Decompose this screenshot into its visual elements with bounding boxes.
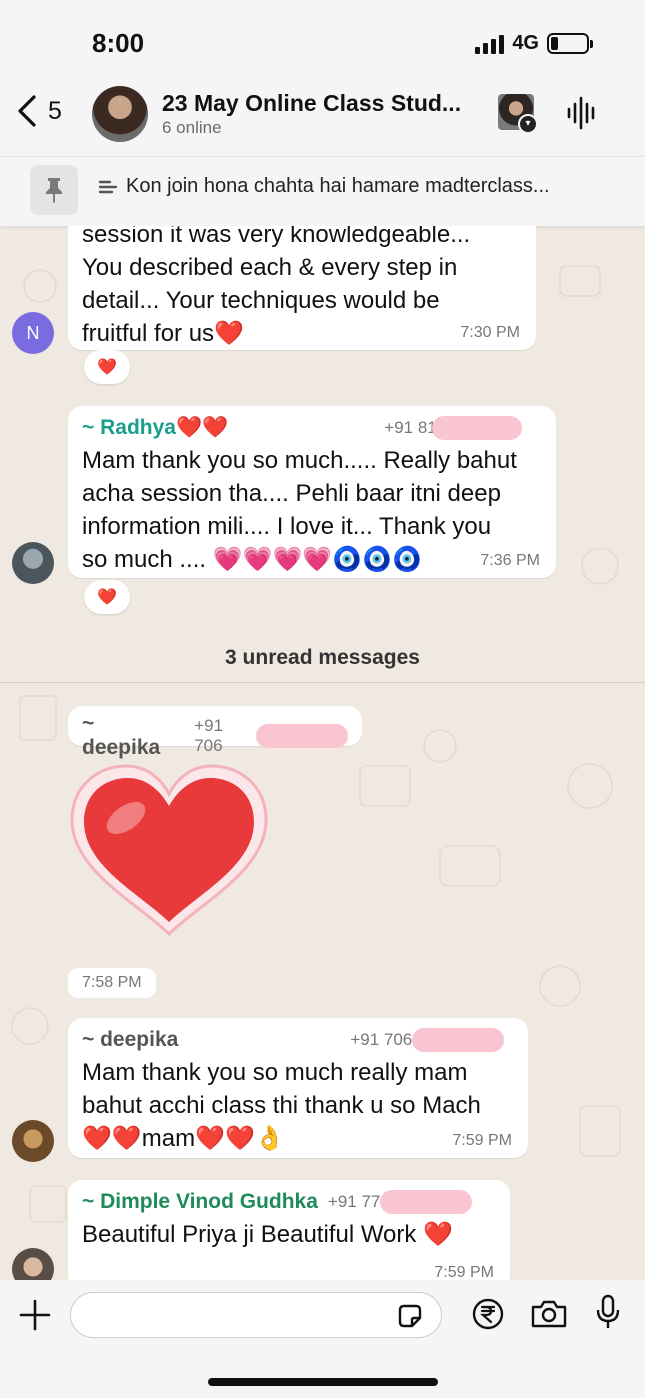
avatar[interactable] xyxy=(12,542,54,584)
message-bubble[interactable]: session it was very knowledgeable... You… xyxy=(68,226,536,350)
message-input[interactable] xyxy=(70,1292,442,1338)
battery-level xyxy=(551,37,558,50)
message-bubble[interactable]: ~ deepika +91 706 Mam thank you so much … xyxy=(68,1018,528,1158)
sender-name[interactable]: ~ Radhya❤️❤️ +91 812 xyxy=(82,416,542,440)
redaction xyxy=(412,1028,505,1052)
network-label: 4G xyxy=(512,32,539,54)
status-time: 8:00 xyxy=(92,28,145,58)
divider xyxy=(0,682,645,683)
redaction xyxy=(256,724,348,748)
back-count: 5 xyxy=(48,96,62,125)
sender-label: ~ Dimple Vinod Gudhka xyxy=(82,1190,318,1213)
message-input-bar xyxy=(0,1280,645,1398)
mic-icon[interactable] xyxy=(596,1294,620,1330)
plus-icon[interactable] xyxy=(18,1298,52,1332)
group-avatar[interactable] xyxy=(92,86,148,142)
message-text: Beautiful Priya ji Beautiful Work ❤️ xyxy=(82,1221,453,1248)
message-text: Mam thank you so much..... Really bahut … xyxy=(82,447,517,573)
sender-phone: +91 77 xyxy=(327,1192,381,1211)
sender-label: ~ deepika xyxy=(82,1028,179,1051)
sender-phone: +91 706 xyxy=(194,716,224,755)
sticker-time: 7:58 PM xyxy=(68,968,156,998)
reaction-badge[interactable]: ❤️ xyxy=(84,580,130,614)
sender-name[interactable]: ~ deepika +91 706 xyxy=(82,712,348,760)
heart-sticker[interactable] xyxy=(66,762,272,942)
pinned-text-label: Kon join hona chahta hai hamare madtercl… xyxy=(126,175,550,197)
group-title[interactable]: 23 May Online Class Stud... xyxy=(162,90,472,117)
group-online-count: 6 online xyxy=(162,118,222,137)
home-indicator[interactable] xyxy=(208,1378,438,1386)
status-bar: 8:00 4G xyxy=(0,0,645,80)
redaction xyxy=(380,1190,473,1214)
status-indicators: 4G xyxy=(475,32,593,55)
reaction-badge[interactable]: ❤️ xyxy=(84,350,130,384)
chevron-down-icon: ▾ xyxy=(518,114,538,134)
signal-icon xyxy=(475,34,505,54)
back-chevron-icon xyxy=(18,95,36,127)
list-icon xyxy=(98,180,118,193)
message-time: 7:59 PM xyxy=(434,1264,494,1280)
battery-icon xyxy=(547,33,593,54)
message-time: 7:59 PM xyxy=(452,1132,512,1149)
pinned-text: Kon join hona chahta hai hamare madtercl… xyxy=(98,175,550,198)
message-text: Mam thank you so much really mam bahut a… xyxy=(82,1059,481,1152)
sender-name[interactable]: ~ Dimple Vinod Gudhka +91 77 xyxy=(82,1190,496,1214)
sticker-icon[interactable] xyxy=(396,1302,424,1330)
back-button[interactable]: 5 xyxy=(16,94,62,128)
unread-divider: 3 unread messages xyxy=(225,646,420,669)
chat-header: 5 23 May Online Class Stud... 6 online ▾ xyxy=(0,80,645,156)
sender-label: ~ Radhya❤️❤️ xyxy=(82,416,229,439)
sender-name[interactable]: ~ deepika +91 706 xyxy=(82,1028,514,1052)
pinned-message-bar[interactable]: Kon join hona chahta hai hamare madtercl… xyxy=(0,156,645,226)
message-bubble[interactable]: ~ Dimple Vinod Gudhka +91 77 Beautiful P… xyxy=(68,1180,510,1280)
pin-icon xyxy=(30,165,78,215)
message-text: session it was very knowledgeable... You… xyxy=(82,226,471,347)
sender-phone: +91 706 xyxy=(350,1030,413,1049)
sender-header-bubble[interactable]: ~ deepika +91 706 xyxy=(68,706,362,759)
avatar[interactable]: N xyxy=(12,312,54,354)
redaction xyxy=(432,416,523,440)
avatar[interactable] xyxy=(12,1120,54,1162)
sender-label: ~ deepika xyxy=(82,712,161,759)
message-time: 7:36 PM xyxy=(480,552,540,569)
chat-area[interactable]: session it was very knowledgeable... You… xyxy=(0,226,645,1280)
message-bubble[interactable]: ~ Radhya❤️❤️ +91 812 Mam thank you so mu… xyxy=(68,406,556,578)
rupee-icon[interactable] xyxy=(472,1298,504,1330)
message-time: 7:30 PM xyxy=(460,324,520,341)
waveform-icon[interactable] xyxy=(566,96,598,130)
camera-icon[interactable] xyxy=(530,1299,568,1329)
